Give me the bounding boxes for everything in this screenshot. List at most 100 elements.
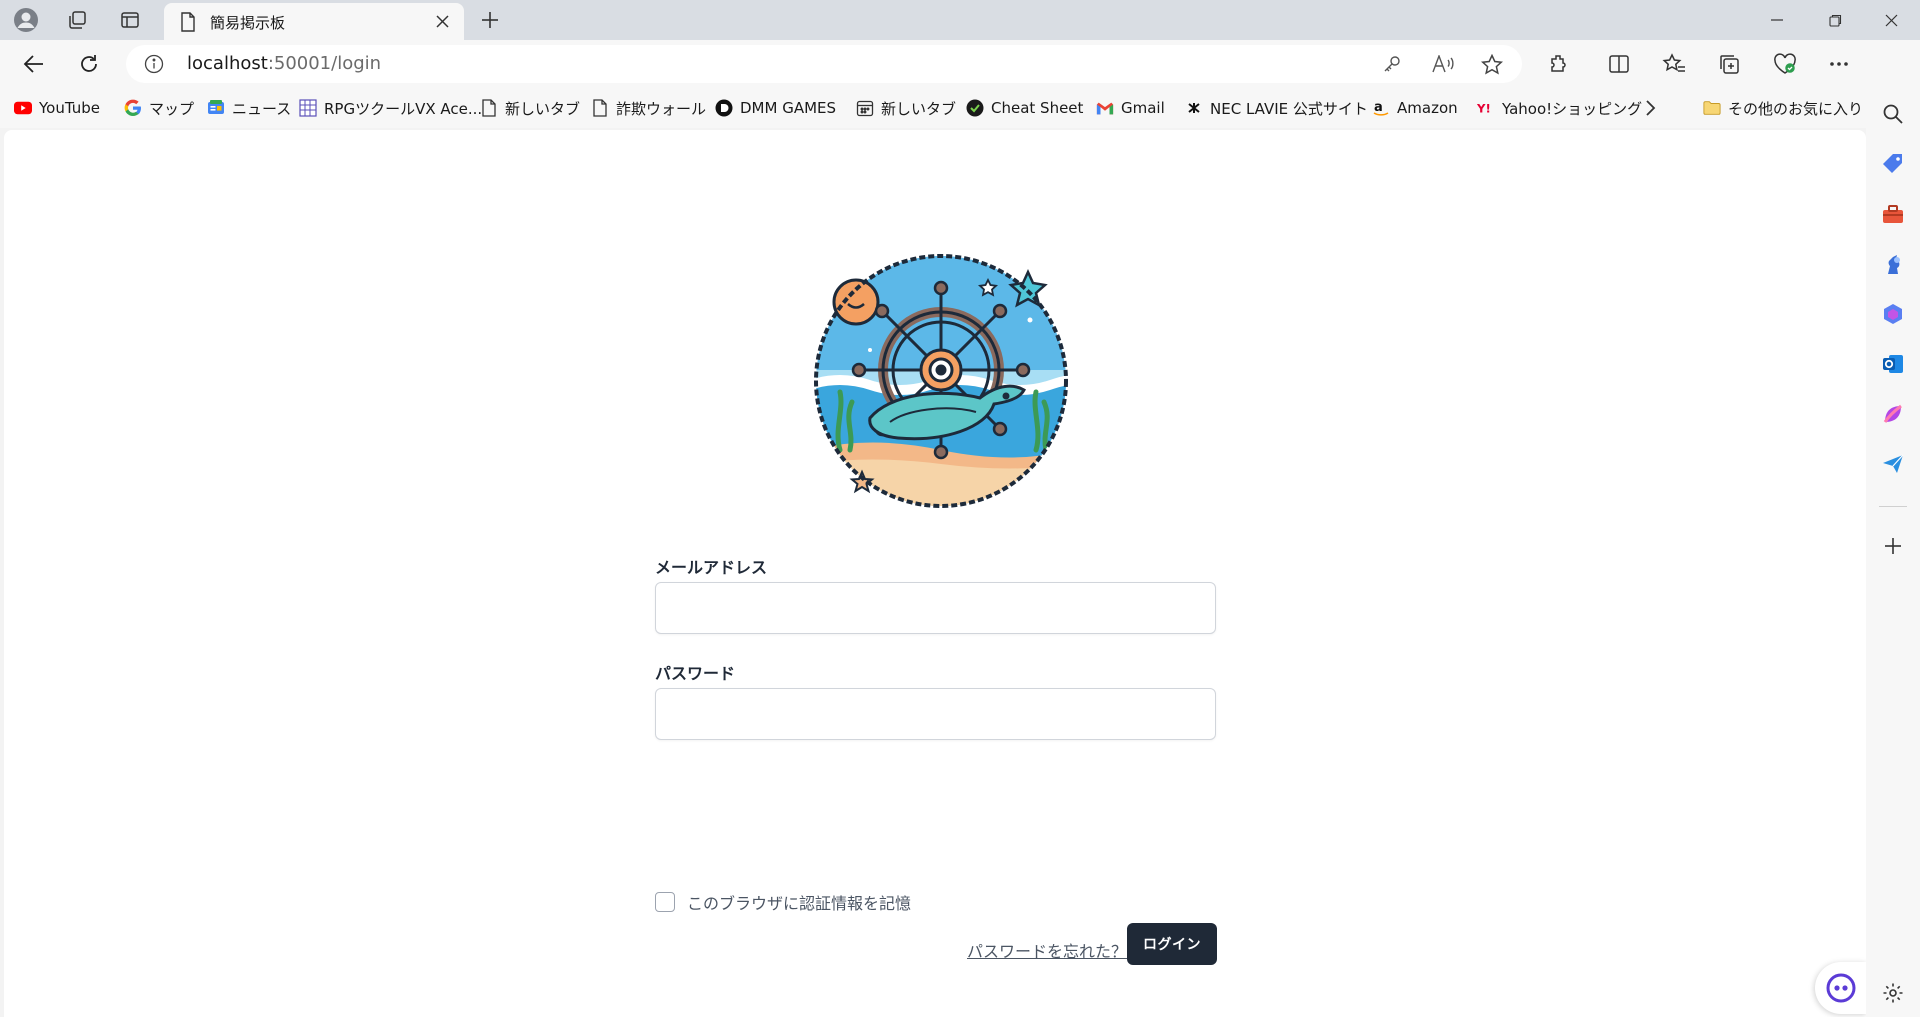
bookmark-cheat-sheet[interactable]: Cheat Sheet bbox=[966, 96, 1083, 120]
bookmark-news[interactable]: ニュース bbox=[207, 96, 291, 120]
read-aloud-icon[interactable] bbox=[1431, 53, 1455, 75]
copilot-chat-icon bbox=[1826, 973, 1856, 1003]
bookmark-nec[interactable]: NEC LAVIE 公式サイト bbox=[1185, 96, 1368, 120]
google-icon bbox=[124, 99, 142, 117]
login-button[interactable]: ログイン bbox=[1127, 923, 1217, 965]
login-form: メールアドレス パスワード このブラウザに認証情報を記憶 パスワードを忘れた？ … bbox=[655, 554, 1217, 965]
microsoft365-icon[interactable] bbox=[1877, 298, 1909, 330]
browser-essentials-icon[interactable] bbox=[1767, 48, 1803, 80]
workspaces-icon[interactable] bbox=[61, 6, 93, 34]
bookmark-label: ニュース bbox=[232, 99, 292, 118]
bookmark-youtube[interactable]: YouTube bbox=[14, 96, 100, 120]
bookmark-new-tab-2[interactable]: 新しいタブ bbox=[856, 96, 956, 120]
other-favorites[interactable]: その他のお気に入り bbox=[1703, 96, 1863, 120]
navigation-bar: localhost:50001/login bbox=[0, 40, 1920, 88]
split-screen-icon[interactable] bbox=[1601, 48, 1637, 80]
bookmark-label: 詐欺ウォール bbox=[616, 99, 707, 118]
bookmark-label: YouTube bbox=[39, 99, 100, 117]
bookmark-label: Gmail bbox=[1121, 99, 1165, 117]
bookmark-label: Cheat Sheet bbox=[991, 99, 1084, 117]
bookmark-label: 新しいタブ bbox=[505, 99, 581, 118]
active-tab[interactable]: 簡易掲示板 bbox=[164, 3, 464, 40]
add-sidebar-app-icon[interactable] bbox=[1877, 530, 1909, 562]
back-button[interactable] bbox=[16, 48, 52, 80]
bookmark-label: NEC LAVIE 公式サイト bbox=[1210, 99, 1368, 118]
youtube-icon bbox=[14, 99, 32, 117]
folder-icon bbox=[1703, 99, 1721, 117]
more-menu-icon[interactable] bbox=[1821, 48, 1857, 80]
send-icon[interactable] bbox=[1877, 448, 1909, 480]
rpg-icon bbox=[299, 99, 317, 117]
favorites-icon[interactable] bbox=[1656, 48, 1692, 80]
games-chess-icon[interactable] bbox=[1877, 248, 1909, 280]
close-tab-icon[interactable] bbox=[432, 11, 452, 31]
forgot-password-link[interactable]: パスワードを忘れた？ bbox=[967, 938, 1127, 962]
bookmarks-bar: YouTube マップ ニュース RPGツクールVX Ace... 新しいタブ … bbox=[0, 88, 1920, 128]
svg-text:a: a bbox=[1374, 100, 1383, 115]
edge-sidebar bbox=[1866, 40, 1920, 1017]
bookmark-label: マップ bbox=[149, 99, 195, 118]
shopping-tag-icon[interactable] bbox=[1877, 148, 1909, 180]
extensions-icon[interactable] bbox=[1541, 48, 1577, 80]
site-info-icon[interactable] bbox=[144, 54, 164, 74]
news-icon bbox=[207, 99, 225, 117]
app-logo bbox=[810, 250, 1072, 512]
dmm-icon bbox=[715, 99, 733, 117]
url-host: localhost bbox=[187, 53, 268, 74]
url-text[interactable]: localhost:50001/login bbox=[187, 53, 381, 74]
close-window-button[interactable] bbox=[1862, 0, 1920, 40]
nec-icon bbox=[1185, 99, 1203, 117]
bookmark-maps[interactable]: マップ bbox=[124, 96, 194, 120]
remember-me-checkbox[interactable] bbox=[655, 892, 675, 912]
yahoo-icon: Y! bbox=[1477, 99, 1495, 117]
restore-button[interactable] bbox=[1806, 0, 1864, 40]
bookmark-dmm[interactable]: DMM GAMES bbox=[715, 96, 836, 120]
bookmark-new-tab-1[interactable]: 新しいタブ bbox=[480, 96, 580, 120]
designer-icon[interactable] bbox=[1877, 398, 1909, 430]
bookmark-gmail[interactable]: Gmail bbox=[1096, 96, 1165, 120]
sidebar-divider bbox=[1879, 506, 1907, 507]
outlook-icon[interactable] bbox=[1877, 348, 1909, 380]
address-bar[interactable]: localhost:50001/login bbox=[126, 45, 1522, 83]
password-field[interactable] bbox=[655, 688, 1216, 740]
collections-icon[interactable] bbox=[1711, 48, 1747, 80]
url-path: :50001/login bbox=[267, 53, 382, 74]
email-label: メールアドレス bbox=[655, 558, 768, 577]
password-label: パスワード bbox=[655, 664, 736, 683]
reload-button[interactable] bbox=[71, 48, 107, 80]
tab-strip: 簡易掲示板 bbox=[0, 0, 1920, 40]
bookmark-label: DMM GAMES bbox=[740, 99, 837, 117]
favorite-star-icon[interactable] bbox=[1480, 53, 1504, 75]
bookmark-amazon[interactable]: a Amazon bbox=[1372, 96, 1458, 120]
vertical-tabs-icon[interactable] bbox=[114, 6, 146, 34]
bookmark-fraud-wall[interactable]: 詐欺ウォール bbox=[591, 96, 706, 120]
tab-title: 簡易掲示板 bbox=[210, 14, 286, 32]
bookmark-yahoo-shopping[interactable]: Y! Yahoo!ショッピング bbox=[1477, 96, 1642, 120]
bookmark-label: Yahoo!ショッピング bbox=[1502, 99, 1643, 118]
bookmark-label: RPGツクールVX Ace... bbox=[324, 99, 483, 118]
password-key-icon[interactable] bbox=[1380, 53, 1404, 75]
gmail-icon bbox=[1096, 99, 1114, 117]
search-icon[interactable] bbox=[1877, 98, 1909, 130]
profile-icon[interactable] bbox=[10, 6, 42, 34]
cheatsheet-icon bbox=[966, 99, 984, 117]
bookmark-rpg[interactable]: RPGツクールVX Ace... bbox=[299, 96, 482, 120]
page-icon bbox=[480, 99, 498, 117]
calendar-icon bbox=[856, 99, 874, 117]
bookmarks-overflow-chevron-icon[interactable] bbox=[1644, 96, 1656, 120]
settings-gear-icon[interactable] bbox=[1877, 977, 1909, 1009]
copilot-floating-button[interactable] bbox=[1815, 962, 1866, 1014]
page-icon bbox=[591, 99, 609, 117]
remember-me-label[interactable]: このブラウザに認証情報を記憶 bbox=[687, 890, 911, 914]
svg-text:Y!: Y! bbox=[1477, 102, 1491, 116]
other-favorites-label: その他のお気に入り bbox=[1728, 99, 1864, 118]
remember-me-row[interactable]: このブラウザに認証情報を記憶 bbox=[655, 890, 911, 914]
minimize-button[interactable] bbox=[1748, 0, 1806, 40]
tools-toolbox-icon[interactable] bbox=[1877, 198, 1909, 230]
bookmark-label: Amazon bbox=[1397, 99, 1458, 117]
amazon-icon: a bbox=[1372, 99, 1390, 117]
page-viewport: メールアドレス パスワード このブラウザに認証情報を記憶 パスワードを忘れた？ … bbox=[4, 130, 1866, 1017]
page-icon bbox=[180, 12, 196, 36]
new-tab-button[interactable] bbox=[474, 6, 506, 34]
email-field[interactable] bbox=[655, 582, 1216, 634]
